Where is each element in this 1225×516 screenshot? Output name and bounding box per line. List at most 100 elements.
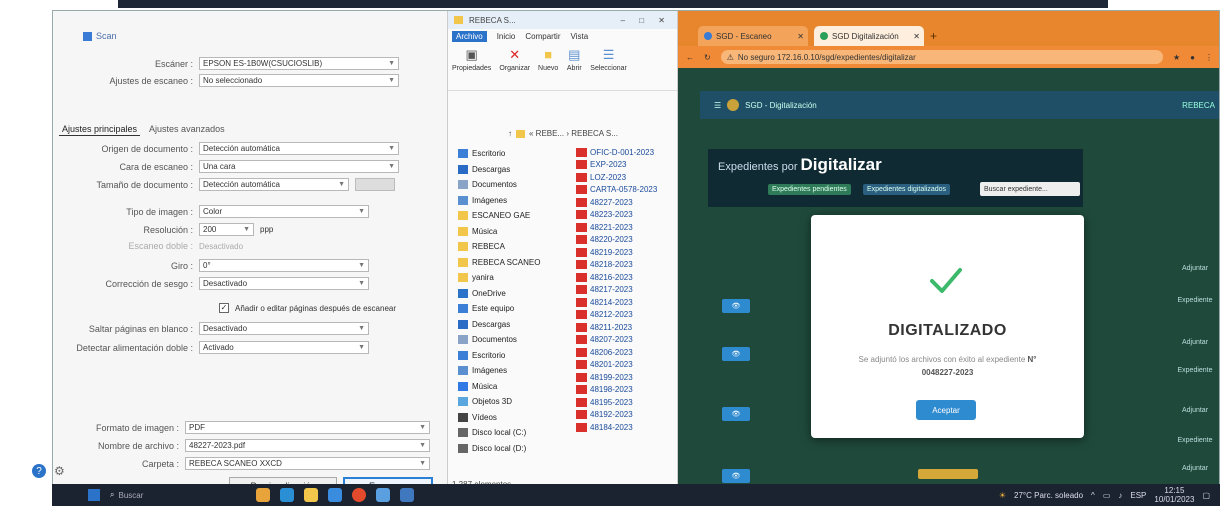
- file-item[interactable]: EXP-2023: [576, 159, 671, 172]
- nav-item[interactable]: Documentos: [458, 332, 568, 348]
- ribbon-open-button[interactable]: ▤ Abrir: [566, 47, 582, 72]
- reload-icon[interactable]: ↻: [704, 53, 711, 62]
- nav-item[interactable]: Escritorio: [458, 146, 568, 162]
- back-icon[interactable]: ←: [686, 53, 694, 62]
- scan-app-icon[interactable]: [400, 488, 415, 502]
- nav-item[interactable]: Documentos: [458, 177, 568, 193]
- ribbon-properties-button[interactable]: ▣ Propiedades: [452, 47, 491, 72]
- user-menu[interactable]: REBECA: [1182, 101, 1215, 110]
- volume-icon[interactable]: ♪: [1118, 491, 1122, 500]
- rotation-select[interactable]: 0° ▼: [199, 259, 369, 272]
- scan-settings-select[interactable]: No seleccionado ▼: [199, 74, 399, 87]
- file-item[interactable]: 48218-2023: [576, 259, 671, 272]
- folder-select[interactable]: REBECA SCANEO XXCD ▼: [185, 457, 430, 470]
- nav-item[interactable]: REBECA: [458, 239, 568, 255]
- gear-icon[interactable]: ⚙: [54, 464, 68, 478]
- document-source-select[interactable]: Detección automática ▼: [199, 142, 399, 155]
- file-item[interactable]: 48201-2023: [576, 359, 671, 372]
- close-icon[interactable]: ✕: [797, 32, 804, 41]
- network-icon[interactable]: ▭: [1103, 491, 1111, 500]
- nav-item[interactable]: Imágenes: [458, 363, 568, 379]
- address-bar[interactable]: ⚠ No seguro 172.16.0.10/sgd/expedientes/…: [720, 50, 1163, 64]
- nav-item[interactable]: Escritorio: [458, 348, 568, 364]
- row-attach-label[interactable]: Adjuntar: [1175, 265, 1215, 272]
- image-type-select[interactable]: Color ▼: [199, 205, 369, 218]
- menu-dots-icon[interactable]: ⋮: [1205, 53, 1213, 62]
- profile-icon[interactable]: ●: [1190, 53, 1195, 62]
- file-item[interactable]: 48220-2023: [576, 234, 671, 247]
- file-item[interactable]: 48199-2023: [576, 371, 671, 384]
- nav-item[interactable]: Este equipo: [458, 301, 568, 317]
- store-icon[interactable]: [328, 488, 343, 502]
- row-attach-label[interactable]: Adjuntar: [1175, 339, 1215, 346]
- file-item[interactable]: CARTA-0578-2023: [576, 184, 671, 197]
- file-item[interactable]: 48195-2023: [576, 396, 671, 409]
- pending-chip[interactable]: Expedientes pendientes: [768, 184, 851, 195]
- tab-main-settings[interactable]: Ajustes principales: [59, 123, 141, 136]
- taskbar-search[interactable]: Buscar: [118, 491, 238, 500]
- document-size-select[interactable]: Detección automática ▼: [199, 178, 349, 191]
- menu-share[interactable]: Compartir: [525, 32, 560, 41]
- nav-item[interactable]: Disco local (D:): [458, 441, 568, 457]
- new-tab-icon[interactable]: +: [930, 29, 937, 43]
- breadcrumb[interactable]: ↑ « REBE... › REBECA S...: [508, 129, 618, 138]
- resolution-select[interactable]: 200 ▼: [199, 223, 254, 236]
- nav-item[interactable]: REBECA SCANEO: [458, 255, 568, 271]
- file-item[interactable]: LOZ-2023: [576, 171, 671, 184]
- search-input[interactable]: Buscar expediente...: [980, 182, 1080, 196]
- size-options-button[interactable]: [355, 178, 395, 191]
- file-item[interactable]: 48216-2023: [576, 271, 671, 284]
- file-name-select[interactable]: 48227-2023.pdf ▼: [185, 439, 430, 452]
- nav-item[interactable]: OneDrive: [458, 286, 568, 302]
- tab-advanced-settings[interactable]: Ajustes avanzados: [146, 123, 228, 136]
- nav-item[interactable]: Música: [458, 379, 568, 395]
- file-item[interactable]: 48192-2023: [576, 409, 671, 422]
- row-action-button[interactable]: 👁: [722, 469, 750, 483]
- file-item[interactable]: 48223-2023: [576, 209, 671, 222]
- folder-icon[interactable]: [304, 488, 319, 502]
- app-icon[interactable]: [256, 488, 271, 502]
- file-item[interactable]: 48227-2023: [576, 196, 671, 209]
- browser-tab[interactable]: SGD - Escaneo ✕: [698, 26, 808, 46]
- ribbon-organize-button[interactable]: ✕ Organizar: [499, 47, 530, 72]
- edge-icon[interactable]: [280, 488, 295, 502]
- nav-item[interactable]: Música: [458, 224, 568, 240]
- file-item[interactable]: 48214-2023: [576, 296, 671, 309]
- add-pages-checkbox[interactable]: ✓: [219, 303, 229, 313]
- row-action-button[interactable]: 👁: [722, 347, 750, 361]
- menu-file[interactable]: Archivo: [452, 30, 487, 42]
- skip-blank-select[interactable]: Desactivado ▼: [199, 322, 369, 335]
- skew-correction-select[interactable]: Desactivado ▼: [199, 277, 369, 290]
- row-attach-label[interactable]: Adjuntar: [1175, 465, 1215, 472]
- ribbon-select-button[interactable]: ☰ Seleccionar: [590, 47, 627, 72]
- window-controls[interactable]: – □ ✕: [621, 16, 671, 25]
- nav-item[interactable]: yanira: [458, 270, 568, 286]
- close-icon[interactable]: ✕: [913, 32, 920, 41]
- menu-home[interactable]: Inicio: [497, 32, 516, 41]
- row-action-button[interactable]: 👁: [722, 299, 750, 313]
- scanner-select[interactable]: EPSON ES-1B0W(CSUCIOSLIB) ▼: [199, 57, 399, 70]
- image-format-select[interactable]: PDF ▼: [185, 421, 430, 434]
- clock[interactable]: 12:15 10/01/2023: [1154, 486, 1194, 504]
- help-icon[interactable]: ?: [32, 464, 46, 478]
- start-icon[interactable]: [88, 489, 100, 501]
- file-item[interactable]: 48184-2023: [576, 421, 671, 434]
- row-action-button[interactable]: 👁: [722, 407, 750, 421]
- file-item[interactable]: 48219-2023: [576, 246, 671, 259]
- menu-view[interactable]: Vista: [571, 32, 589, 41]
- nav-item[interactable]: ESCANEO GAE: [458, 208, 568, 224]
- nav-item[interactable]: Vídeos: [458, 410, 568, 426]
- nav-item[interactable]: Disco local (C:): [458, 425, 568, 441]
- scan-side-select[interactable]: Una cara ▼: [199, 160, 399, 173]
- nav-item[interactable]: Objetos 3D: [458, 394, 568, 410]
- chevron-up-icon[interactable]: ^: [1091, 491, 1095, 500]
- chrome-icon[interactable]: [352, 488, 367, 502]
- file-item[interactable]: 48207-2023: [576, 334, 671, 347]
- hamburger-icon[interactable]: ☰: [714, 101, 721, 110]
- app-icon[interactable]: [376, 488, 391, 502]
- nav-item[interactable]: Imágenes: [458, 193, 568, 209]
- nav-item[interactable]: Descargas: [458, 162, 568, 178]
- file-item[interactable]: 48217-2023: [576, 284, 671, 297]
- file-item[interactable]: 48212-2023: [576, 309, 671, 322]
- notifications-icon[interactable]: ▢: [1202, 491, 1210, 500]
